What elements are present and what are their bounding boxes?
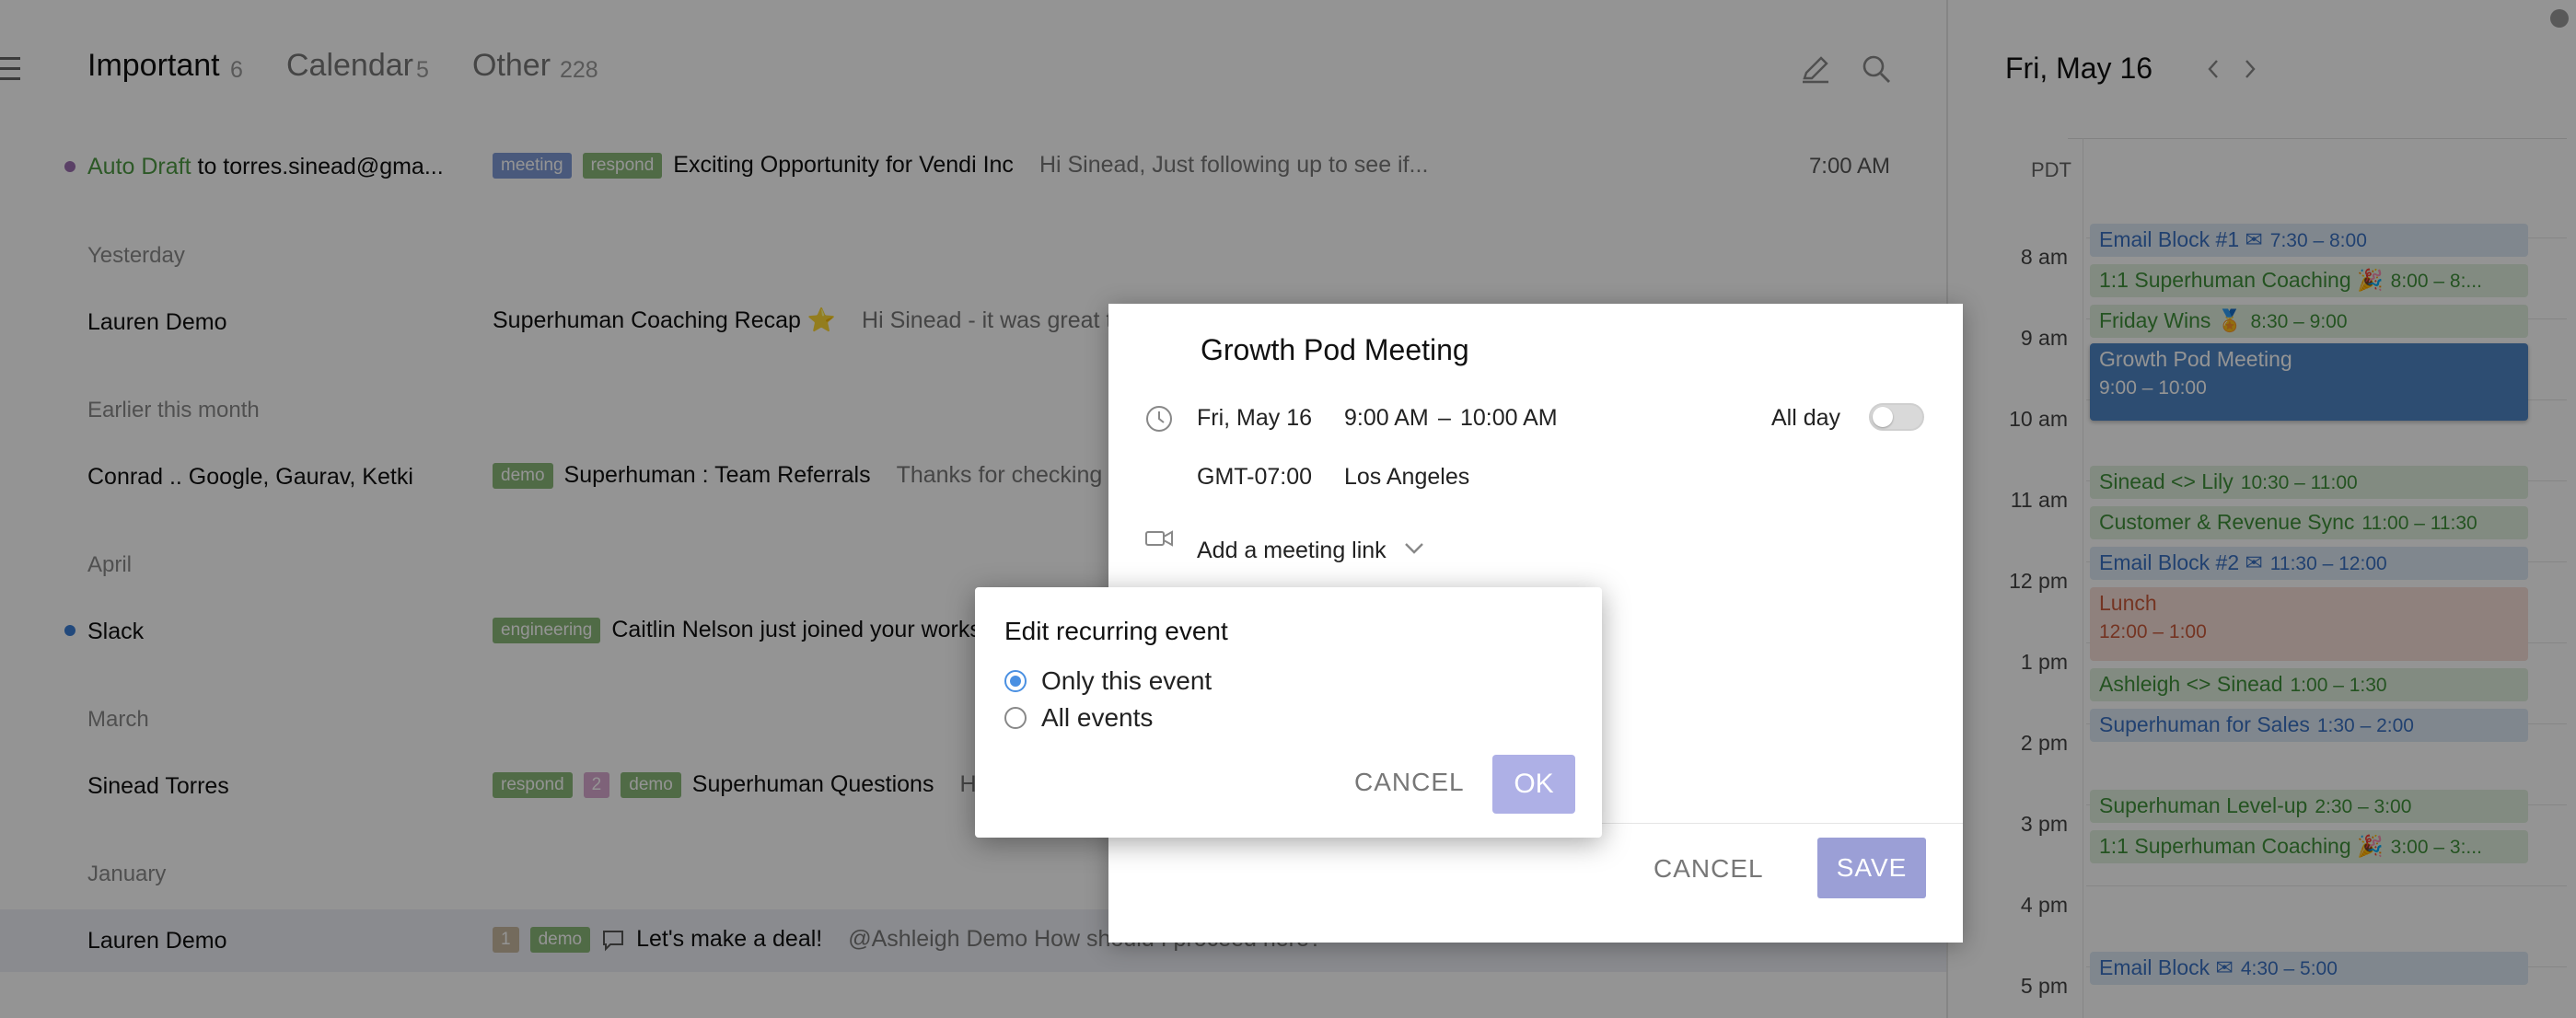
all-day-label: All day <box>1771 405 1841 431</box>
event-date[interactable]: Fri, May 16 <box>1197 405 1312 432</box>
option-label: All events <box>1041 703 1154 732</box>
radio-only-this-event[interactable] <box>1004 670 1027 692</box>
video-camera-icon <box>1145 530 1173 547</box>
all-day-toggle[interactable] <box>1869 403 1924 431</box>
dialog-title: Edit recurring event <box>1004 617 1228 645</box>
clock-icon <box>1146 406 1172 432</box>
option-all-events[interactable]: All events <box>1004 703 1153 733</box>
option-only-this-event[interactable]: Only this event <box>1004 666 1212 696</box>
timezone-offset[interactable]: GMT-07:00 <box>1197 464 1312 491</box>
event-cancel-button[interactable]: CANCEL <box>1654 854 1764 884</box>
event-start-time[interactable]: 9:00 AM <box>1344 405 1429 432</box>
event-title-input[interactable]: Growth Pod Meeting <box>1201 333 1469 367</box>
event-save-button[interactable]: SAVE <box>1817 838 1926 898</box>
edit-recurring-event-dialog: Edit recurring event Only this event All… <box>975 587 1602 838</box>
add-meeting-link[interactable]: Add a meeting link <box>1197 538 1387 564</box>
dialog-cancel-button[interactable]: CANCEL <box>1354 768 1465 797</box>
time-separator: – <box>1438 405 1451 431</box>
dialog-ok-button[interactable]: OK <box>1492 755 1575 814</box>
chevron-down-icon[interactable] <box>1401 536 1427 561</box>
option-label: Only this event <box>1041 666 1213 695</box>
timezone-city[interactable]: Los Angeles <box>1344 464 1469 491</box>
radio-all-events[interactable] <box>1004 707 1027 729</box>
event-end-time[interactable]: 10:00 AM <box>1460 405 1558 432</box>
